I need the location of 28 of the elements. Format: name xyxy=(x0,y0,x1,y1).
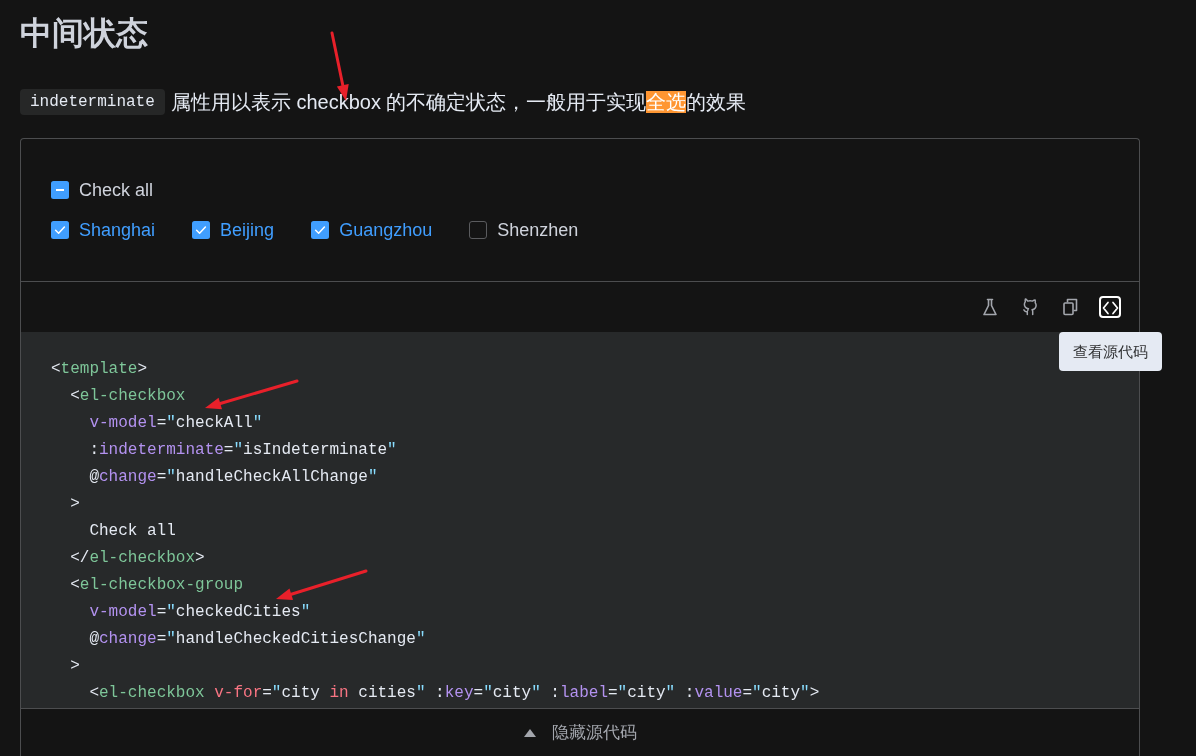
checkbox-label[interactable]: Check all xyxy=(79,178,154,202)
caret-icon xyxy=(523,728,536,737)
code-line: @change="handleCheckAllChange" xyxy=(88,467,378,488)
code-line: <el-checkbox xyxy=(69,386,186,407)
checkbox-label[interactable]: Guangzhou xyxy=(339,218,433,242)
code-line: > xyxy=(69,656,80,677)
tooltip: 查看源代码 xyxy=(1059,332,1162,371)
checkbox[interactable] xyxy=(311,221,330,239)
checkbox[interactable] xyxy=(469,221,488,239)
code-line: @change="handleCheckedCitiesChange" xyxy=(88,629,426,650)
checkbox[interactable] xyxy=(192,221,211,239)
code-line: </el-checkbox> xyxy=(69,548,205,569)
code-line: > xyxy=(69,494,80,515)
checkbox-label[interactable]: Shenzhen xyxy=(497,218,579,242)
code-line: v-model="checkedCities" xyxy=(88,602,311,623)
code-icon[interactable] xyxy=(1099,296,1121,318)
checkbox[interactable] xyxy=(51,221,69,239)
inline-code: indeterminate xyxy=(20,89,165,115)
checkbox-label[interactable]: Shanghai xyxy=(79,218,156,242)
checkbox-label[interactable]: Beijing xyxy=(220,218,275,242)
code-line: <el-checkbox-group xyxy=(69,575,244,596)
code-line: <template> xyxy=(51,359,148,380)
code-line: <el-checkbox v-for="city in cities" :key="city" :label="city" :value="city"> xyxy=(88,683,820,704)
code-line: Check all xyxy=(88,521,176,542)
page-heading: 中间状态 xyxy=(20,14,149,53)
code-line: v-model="checkAll" xyxy=(88,413,263,434)
checkbox[interactable] xyxy=(51,181,69,199)
code-line: :indeterminate="isIndeterminate" xyxy=(88,440,397,461)
